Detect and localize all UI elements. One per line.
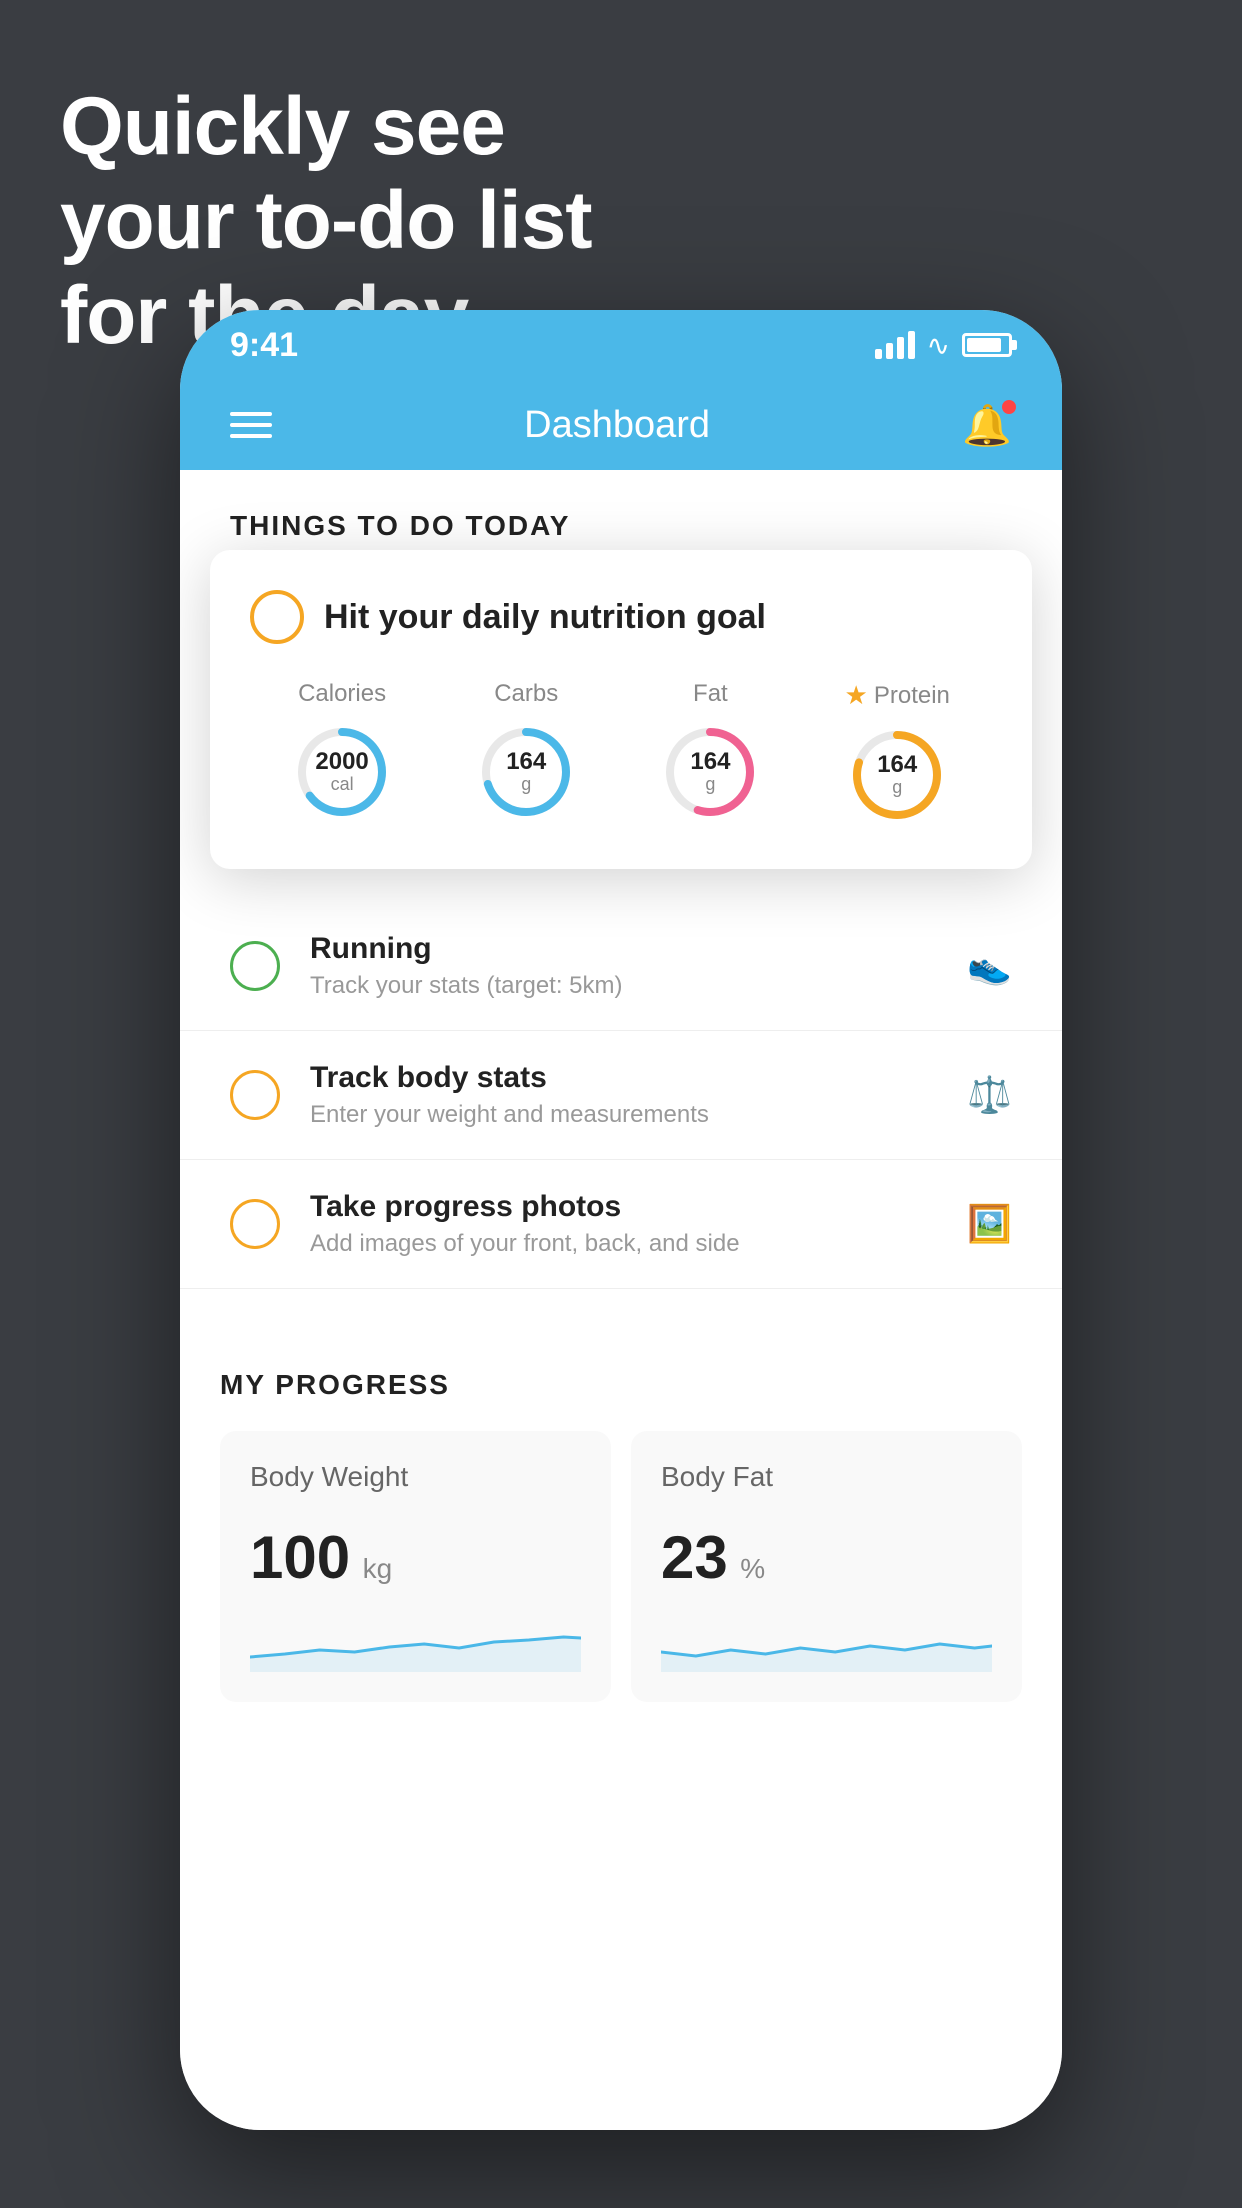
macro-carbs-value: 164 bbox=[506, 749, 546, 775]
nutrition-todo-circle bbox=[250, 590, 304, 644]
macro-protein-unit: g bbox=[877, 778, 917, 798]
todo-progress-photos-text: Take progress photos Add images of your … bbox=[310, 1190, 967, 1258]
scale-icon: ⚖️ bbox=[967, 1074, 1012, 1116]
macro-fat-value: 164 bbox=[690, 749, 730, 775]
todo-running-subtitle: Track your stats (target: 5km) bbox=[310, 972, 967, 1000]
wifi-icon: ∿ bbox=[927, 329, 950, 362]
body-fat-value: 23 bbox=[661, 1524, 728, 1591]
shoe-icon: 👟 bbox=[967, 945, 1012, 987]
status-icons: ∿ bbox=[875, 329, 1012, 362]
nutrition-card[interactable]: Hit your daily nutrition goal Calories 2… bbox=[210, 550, 1032, 869]
macro-carbs-unit: g bbox=[506, 775, 546, 795]
macro-protein-label-row: ★ Protein bbox=[845, 680, 950, 711]
body-weight-card[interactable]: Body Weight 100 kg bbox=[220, 1431, 611, 1702]
macro-calories-circle: 2000 cal bbox=[292, 722, 392, 822]
todo-progress-photos-subtitle: Add images of your front, back, and side bbox=[310, 1230, 967, 1258]
battery-icon bbox=[962, 333, 1012, 357]
nav-bar: Dashboard 🔔 bbox=[180, 380, 1062, 470]
macro-protein: ★ Protein 164 g bbox=[845, 680, 950, 825]
body-fat-card[interactable]: Body Fat 23 % bbox=[631, 1431, 1022, 1702]
todo-item-progress-photos[interactable]: Take progress photos Add images of your … bbox=[180, 1160, 1062, 1289]
macro-protein-star-icon: ★ bbox=[845, 680, 868, 711]
macro-carbs-label: Carbs bbox=[494, 680, 558, 708]
macro-fat-circle: 164 g bbox=[660, 722, 760, 822]
status-bar: 9:41 ∿ bbox=[180, 310, 1062, 380]
todo-circle-progress-photos bbox=[230, 1199, 280, 1249]
body-weight-value-row: 100 kg bbox=[250, 1523, 581, 1592]
macro-carbs: Carbs 164 g bbox=[476, 680, 576, 822]
todo-item-running[interactable]: Running Track your stats (target: 5km) 👟 bbox=[180, 902, 1062, 1031]
content-area: THINGS TO DO TODAY Hit your daily nutrit… bbox=[180, 470, 1062, 2130]
body-fat-unit: % bbox=[740, 1553, 765, 1584]
progress-section-header: MY PROGRESS bbox=[220, 1369, 1022, 1401]
today-section-header: THINGS TO DO TODAY bbox=[180, 470, 1062, 562]
todo-list: Running Track your stats (target: 5km) 👟… bbox=[180, 902, 1062, 1289]
body-fat-chart bbox=[661, 1612, 992, 1672]
macro-fat: Fat 164 g bbox=[660, 680, 760, 822]
todo-body-stats-text: Track body stats Enter your weight and m… bbox=[310, 1061, 967, 1129]
todo-circle-body-stats bbox=[230, 1070, 280, 1120]
macro-calories: Calories 2000 cal bbox=[292, 680, 392, 822]
body-weight-chart bbox=[250, 1612, 581, 1672]
nav-title: Dashboard bbox=[524, 404, 710, 447]
body-weight-label: Body Weight bbox=[250, 1461, 581, 1493]
todo-body-stats-title: Track body stats bbox=[310, 1061, 967, 1095]
body-fat-label: Body Fat bbox=[661, 1461, 992, 1493]
signal-icon bbox=[875, 331, 915, 359]
todo-running-text: Running Track your stats (target: 5km) bbox=[310, 932, 967, 1000]
body-fat-value-row: 23 % bbox=[661, 1523, 992, 1592]
macro-calories-value: 2000 bbox=[315, 749, 368, 775]
macro-calories-unit: cal bbox=[315, 775, 368, 795]
nutrition-card-title: Hit your daily nutrition goal bbox=[324, 598, 766, 637]
macro-protein-circle: 164 g bbox=[847, 725, 947, 825]
macro-fat-unit: g bbox=[690, 775, 730, 795]
macro-protein-value: 164 bbox=[877, 752, 917, 778]
nutrition-macros: Calories 2000 cal Carbs bbox=[250, 680, 992, 825]
phone-mockup: 9:41 ∿ Dashboard 🔔 THINGS TO DO TODAY bbox=[180, 310, 1062, 2130]
body-weight-value: 100 bbox=[250, 1524, 350, 1591]
macro-protein-label: Protein bbox=[874, 682, 950, 710]
macro-fat-label: Fat bbox=[693, 680, 728, 708]
progress-section: MY PROGRESS Body Weight 100 kg bbox=[180, 1319, 1062, 1742]
todo-running-title: Running bbox=[310, 932, 967, 966]
photo-icon: 🖼️ bbox=[967, 1203, 1012, 1245]
menu-button[interactable] bbox=[230, 412, 272, 438]
todo-item-body-stats[interactable]: Track body stats Enter your weight and m… bbox=[180, 1031, 1062, 1160]
macro-carbs-circle: 164 g bbox=[476, 722, 576, 822]
todo-body-stats-subtitle: Enter your weight and measurements bbox=[310, 1101, 967, 1129]
todo-progress-photos-title: Take progress photos bbox=[310, 1190, 967, 1224]
status-time: 9:41 bbox=[230, 326, 298, 365]
notification-bell-button[interactable]: 🔔 bbox=[962, 402, 1012, 449]
macro-calories-label: Calories bbox=[298, 680, 386, 708]
body-weight-unit: kg bbox=[363, 1553, 393, 1584]
notification-dot bbox=[1002, 400, 1016, 414]
todo-circle-running bbox=[230, 941, 280, 991]
nutrition-card-header: Hit your daily nutrition goal bbox=[250, 590, 992, 644]
progress-cards: Body Weight 100 kg Body Fat bbox=[220, 1431, 1022, 1702]
